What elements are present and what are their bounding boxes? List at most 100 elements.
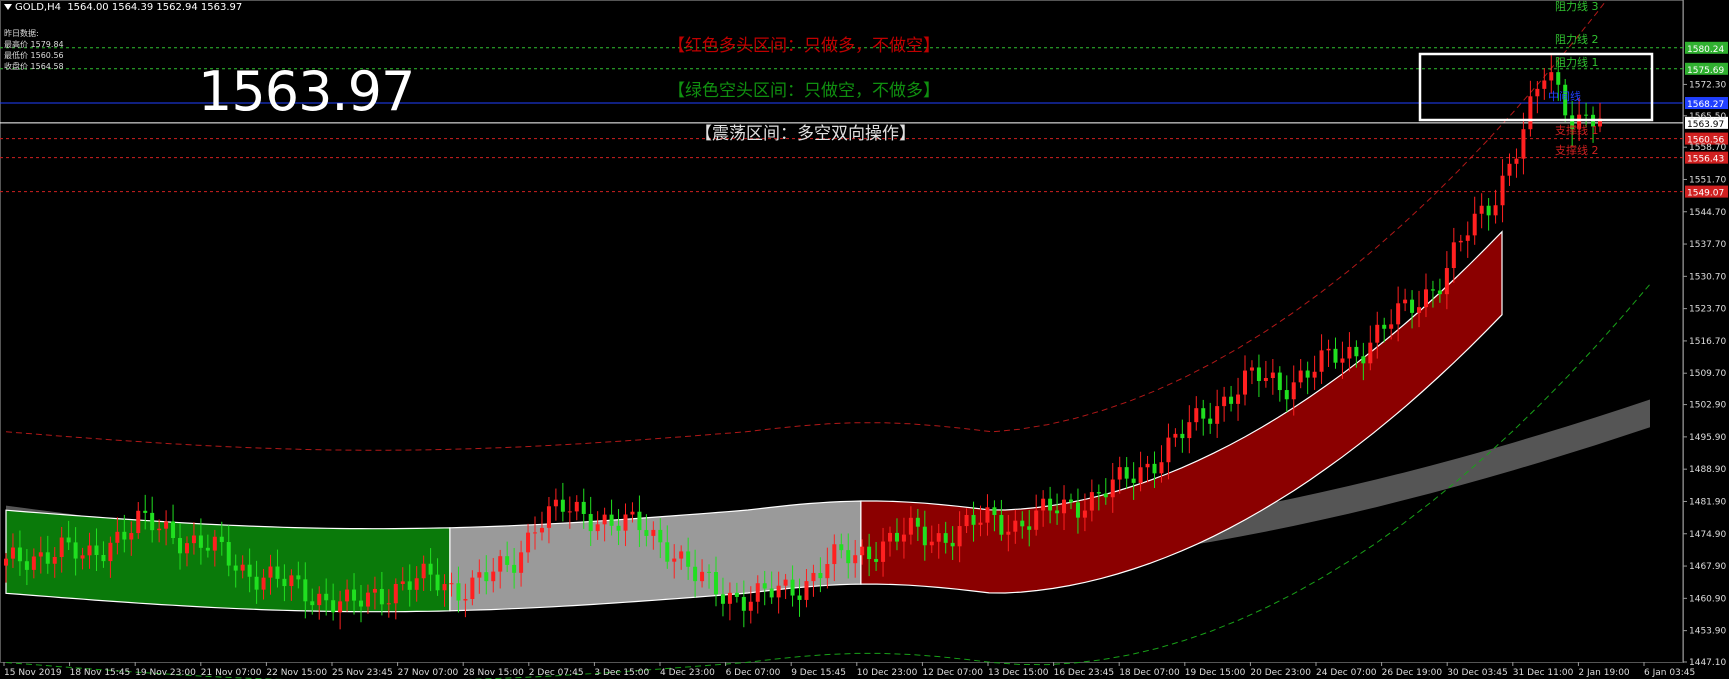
y-tick-label-16: 1502.90 <box>1689 401 1726 411</box>
candle-body-47 <box>331 600 336 613</box>
candle-body-112 <box>783 579 788 586</box>
candle-body-153 <box>1068 499 1073 503</box>
candle-body-12 <box>87 545 92 556</box>
candle-body-60 <box>421 563 426 579</box>
candle-body-27 <box>191 535 196 544</box>
candle-body-115 <box>804 581 809 600</box>
candle-body-132 <box>922 526 927 546</box>
candle-body-148 <box>1034 510 1039 530</box>
candle-body-78 <box>546 506 551 528</box>
candle-body-75 <box>526 532 531 553</box>
candle-body-5 <box>38 552 43 557</box>
ohlc-label: 1564.00 1564.39 1562.94 1563.97 <box>67 2 243 13</box>
candle-body-152 <box>1062 499 1067 514</box>
candle-body-193 <box>1347 346 1352 359</box>
x-tick-label-16: 16 Dec 23:45 <box>1054 668 1115 678</box>
candle-body-52 <box>365 592 370 607</box>
candle-body-18 <box>129 533 134 540</box>
x-tick-label-1: 18 Nov 15:45 <box>70 668 131 678</box>
candle-body-9 <box>66 537 71 543</box>
y-tick-label-17: 1495.90 <box>1689 433 1726 443</box>
x-tick-label-25: 6 Jan 03:45 <box>1644 668 1695 678</box>
candle-body-94 <box>658 529 663 543</box>
candle-body-96 <box>672 558 677 562</box>
candle-body-51 <box>358 600 363 607</box>
resistance-1-label: 阻力线 1 <box>1555 56 1599 69</box>
candle-body-163 <box>1138 467 1143 483</box>
candle-body-171 <box>1194 408 1199 423</box>
candle-body-137 <box>957 526 962 547</box>
candle-body-207 <box>1444 268 1449 295</box>
yesterday-stats: 昨日数据: 最高价 1579.84 最低价 1560.56 收盘价 1564.5… <box>4 28 64 72</box>
candle-body-176 <box>1229 396 1234 404</box>
candle-body-119 <box>832 544 837 565</box>
y-tick-label-19: 1481.90 <box>1689 497 1726 507</box>
candle-body-192 <box>1340 358 1345 363</box>
candle-body-179 <box>1249 367 1254 371</box>
candle-body-150 <box>1048 498 1053 511</box>
candle-body-39 <box>275 566 280 579</box>
x-tick-label-21: 26 Dec 19:00 <box>1382 668 1443 678</box>
y-tick-label-15: 1509.70 <box>1689 369 1726 379</box>
dropdown-triangle-icon[interactable] <box>4 4 12 10</box>
candle-body-72 <box>505 556 510 565</box>
candle-body-221 <box>1542 80 1547 89</box>
candle-body-160 <box>1117 467 1122 480</box>
candle-body-24 <box>171 521 176 539</box>
candle-body-43 <box>303 579 308 602</box>
candle-body-69 <box>484 572 489 582</box>
candle-body-162 <box>1131 478 1136 483</box>
candle-body-222 <box>1549 72 1554 81</box>
candle-body-92 <box>644 530 649 536</box>
candle-body-155 <box>1082 510 1087 518</box>
candle-body-107 <box>748 601 753 611</box>
candle-body-29 <box>205 547 210 551</box>
candle-body-95 <box>665 542 670 562</box>
candle-body-173 <box>1208 418 1213 424</box>
candle-body-214 <box>1493 205 1498 216</box>
candle-body-177 <box>1236 394 1241 404</box>
candle-body-91 <box>637 511 642 531</box>
candle-body-134 <box>936 533 941 542</box>
candle-body-218 <box>1521 129 1526 159</box>
candle-body-13 <box>94 545 99 555</box>
candle-body-66 <box>463 598 468 601</box>
candle-body-25 <box>178 538 183 554</box>
candle-body-169 <box>1180 433 1185 439</box>
candle-body-113 <box>790 579 795 596</box>
candle-body-19 <box>136 510 141 534</box>
candle-body-217 <box>1514 158 1519 164</box>
candle-body-46 <box>324 593 329 601</box>
candle-body-149 <box>1041 498 1046 511</box>
candle-body-101 <box>707 571 712 573</box>
x-tick-label-0: 15 Nov 2019 <box>4 668 62 678</box>
candle-body-114 <box>797 595 802 600</box>
candle-body-83 <box>581 501 586 514</box>
candle-body-116 <box>811 572 816 582</box>
x-tick-label-7: 28 Nov 15:00 <box>463 668 524 678</box>
candle-body-98 <box>686 551 691 567</box>
stats-close: 收盘价 1564.58 <box>4 62 64 71</box>
candle-body-79 <box>553 499 558 507</box>
candle-body-88 <box>616 525 621 531</box>
candle-body-70 <box>491 571 496 582</box>
candle-body-0 <box>4 558 8 566</box>
candle-body-58 <box>407 581 412 590</box>
candle-body-17 <box>122 531 127 540</box>
candle-body-128 <box>894 532 899 542</box>
candle-body-194 <box>1354 346 1359 357</box>
candle-body-168 <box>1173 433 1178 438</box>
candle-body-36 <box>254 576 259 590</box>
candle-body-154 <box>1075 502 1080 518</box>
candle-body-40 <box>282 578 287 587</box>
candle-body-165 <box>1152 463 1157 474</box>
candle-body-4 <box>31 556 36 570</box>
price-tag-6: 1549.07 <box>1687 189 1724 199</box>
support-2-label: 支撑线 2 <box>1555 144 1599 157</box>
y-tick-label-18: 1488.90 <box>1689 465 1726 475</box>
candle-body-164 <box>1145 463 1150 468</box>
candle-body-16 <box>115 531 120 543</box>
candle-body-65 <box>456 583 461 601</box>
candle-body-61 <box>428 563 433 575</box>
x-tick-label-14: 12 Dec 07:00 <box>922 668 983 678</box>
